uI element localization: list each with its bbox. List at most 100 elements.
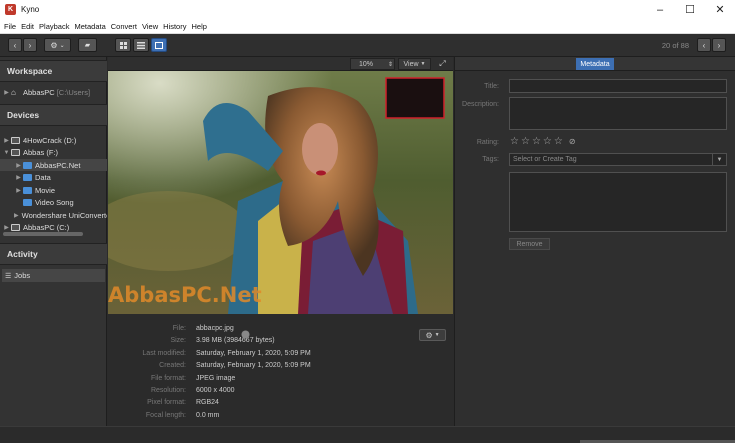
spinner-icon[interactable]: ⇕ [388,61,393,68]
file-info-key: File format: [150,374,186,382]
menu-history[interactable]: History [163,22,186,31]
photo-preview: AbbasPC.Net [108,71,453,314]
expand-arrow-icon[interactable]: ▶ [14,162,23,169]
menu-metadata[interactable]: Metadata [74,22,105,31]
menu-edit[interactable]: Edit [21,22,34,31]
list-view-icon [137,41,145,49]
device-tree-label: Movie [35,185,56,195]
tab-metadata[interactable]: Metadata [576,58,614,70]
menu-file[interactable]: File [4,22,16,31]
expand-arrow-icon[interactable]: ▶ [2,137,11,144]
device-tree-label: Wondershare UniConverter [21,210,107,220]
chevron-down-icon: ⌄ [59,42,65,49]
file-info-value: Saturday, February 1, 2020, 5:09 PM [196,349,311,357]
menu-view[interactable]: View [142,22,158,31]
next-item-button[interactable]: › [712,38,726,52]
expand-arrow-icon[interactable]: ▶ [14,174,23,181]
workspace-header: Workspace [0,60,107,82]
star-icon[interactable]: ☆ [543,136,552,147]
menu-bar: File Edit Playback Metadata Convert View… [0,19,735,34]
fullscreen-icon[interactable]: ⤢ [436,58,449,70]
jobs-list-icon: ☰ [5,272,12,280]
drive-icon [11,149,20,156]
chevron-down-icon: ▼ [420,61,426,67]
folder-icon [23,186,32,194]
device-tree-label: AbbasPC (C:) [23,223,70,232]
file-info-value: Saturday, February 1, 2020, 5:09 PM [196,362,311,370]
expand-arrow-icon[interactable]: ▶ [2,89,11,96]
tags-combobox[interactable]: Select or Create Tag ▼ [509,153,727,166]
status-bar [0,426,735,443]
star-icon[interactable]: ☆ [510,136,519,147]
sidebar: Workspace ▶ ⌂ AbbasPC [C:\Users] Devices… [0,57,107,426]
add-folder-button[interactable]: ▰ [78,38,97,52]
metadata-panel: Metadata Title: Description: Rating: ☆ ☆ ☆… [454,57,735,426]
settings-menu-button[interactable]: ⚙ ⌄ [44,38,71,52]
device-tree-item[interactable]: ▶ Movie [0,184,107,196]
file-info-row: Pixel format: RGB24 [108,399,453,411]
devices-header: Devices [0,104,107,126]
folder-icon [23,161,32,169]
star-icon[interactable]: ☆ [532,136,541,147]
maximize-button[interactable]: ☐ [675,0,705,19]
menu-convert[interactable]: Convert [111,22,137,31]
remove-tag-button[interactable]: Remove [509,238,550,250]
workspace-item-abbaspc[interactable]: ▶ ⌂ AbbasPC [C:\Users] [0,86,107,98]
device-tree-item[interactable]: ▶ 4HowCrack (D:) [0,134,107,146]
file-info-key: Resolution: [150,387,186,394]
star-icon[interactable]: ☆ [521,136,530,147]
expand-arrow-icon[interactable]: ▶ [2,224,11,231]
metadata-tabbar: Metadata [455,57,735,71]
device-tree-item[interactable]: Video Song [0,197,107,209]
device-tree-label: Data [35,173,51,182]
device-tree-item[interactable]: ▶ Data [0,172,107,184]
navigator-overlay[interactable] [385,77,445,119]
file-info-key: Created: [159,362,186,370]
viewer-toolbar: 10% ⇕ View ▼ ⤢ [108,57,453,71]
jobs-item[interactable]: ☰ Jobs [2,269,105,282]
zoom-value: 10% [359,60,374,68]
single-view-button[interactable] [151,38,167,52]
device-tree-item[interactable]: ▼ Abbas (F:) [0,147,107,159]
workspace-item-name: AbbasPC [23,87,55,97]
description-textarea[interactable] [509,97,727,130]
workspace-item-path: [C:\Users] [56,87,91,97]
file-info-row: File format: JPEG image [108,375,453,387]
collapse-arrow-icon[interactable]: ▼ [2,150,11,156]
menu-help[interactable]: Help [191,22,206,31]
file-info-key: Pixel format: [147,399,186,407]
previous-item-button[interactable]: ‹ [697,38,711,52]
info-icon[interactable] [241,329,254,339]
title-input[interactable] [509,79,727,93]
drive-icon [11,136,20,144]
minimize-button[interactable]: – [645,0,675,19]
expand-arrow-icon[interactable]: ▶ [14,187,23,194]
clear-rating-icon[interactable]: ⊘ [569,137,576,146]
star-icon[interactable]: ☆ [554,136,563,147]
zoom-field[interactable]: 10% ⇕ [350,58,395,70]
view-menu-button[interactable]: View ▼ [398,58,431,70]
file-info-value: 6000 x 4000 [196,387,235,394]
back-button[interactable]: ‹ [8,38,22,52]
file-info-key: Size: [170,337,186,345]
file-info-key: Last modified: [142,349,186,357]
description-label: Description: [462,101,499,108]
file-info-value: 0.0 mm [196,411,220,419]
file-info-value: 3.98 MB (3984667 bytes) [196,337,275,345]
chevron-down-icon[interactable]: ▼ [712,154,726,165]
window-title: Kyno [21,5,40,14]
expand-arrow-icon[interactable]: ▶ [14,212,19,219]
file-info-key: Focal length: [145,411,186,419]
tags-list[interactable] [509,172,727,232]
file-info-row: Focal length: 0.0 mm [108,412,453,424]
list-view-button[interactable] [133,38,149,52]
sidebar-scrollbar[interactable] [3,232,83,236]
device-tree-item[interactable]: ▶ AbbasPC.Net [0,159,107,171]
device-tree-item[interactable]: ▶ Wondershare UniConverter [0,209,107,221]
file-info-value: JPEG image [196,374,236,382]
home-icon: ⌂ [11,87,16,97]
grid-view-button[interactable] [115,38,131,52]
close-button[interactable]: ✕ [705,0,735,19]
forward-button[interactable]: › [23,38,37,52]
menu-playback[interactable]: Playback [39,22,69,31]
